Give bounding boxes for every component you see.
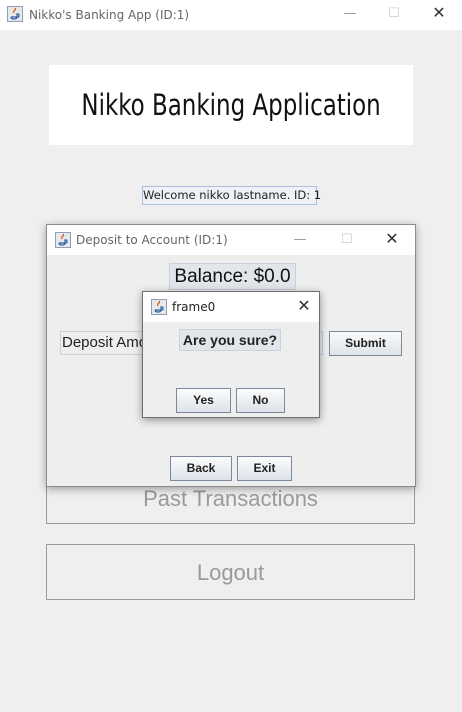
maximize-icon[interactable]: ☐: [384, 6, 404, 22]
java-icon: [55, 232, 71, 248]
logout-button[interactable]: Logout: [46, 544, 415, 600]
close-icon[interactable]: ✕: [294, 298, 314, 314]
back-button[interactable]: Back: [170, 456, 232, 481]
deposit-titlebar[interactable]: Deposit to Account (ID:1) — ☐ ✕: [47, 225, 415, 255]
main-window-title: Nikko's Banking App (ID:1): [29, 8, 190, 22]
app-heading: Nikko Banking Application: [81, 88, 381, 122]
balance-label: Balance: $0.0: [169, 263, 296, 290]
confirm-titlebar[interactable]: frame0 ✕: [143, 292, 319, 322]
minimize-icon[interactable]: —: [340, 6, 360, 22]
confirm-question: Are you sure?: [179, 329, 281, 351]
yes-button[interactable]: Yes: [176, 388, 231, 413]
submit-button[interactable]: Submit: [329, 331, 402, 356]
exit-button[interactable]: Exit: [237, 456, 292, 481]
header-banner: Nikko Banking Application: [49, 65, 413, 145]
java-icon: [151, 299, 167, 315]
no-button[interactable]: No: [236, 388, 285, 413]
maximize-icon[interactable]: ☐: [337, 232, 357, 248]
deposit-window-title: Deposit to Account (ID:1): [76, 233, 228, 247]
close-icon[interactable]: ✕: [382, 231, 402, 247]
close-icon[interactable]: ✕: [429, 5, 449, 21]
confirm-dialog: frame0 ✕ Are you sure? Yes No: [142, 291, 320, 418]
main-titlebar[interactable]: Nikko's Banking App (ID:1) — ☐ ✕: [0, 0, 462, 30]
welcome-label: Welcome nikko lastname. ID: 1: [142, 186, 321, 205]
java-icon: [7, 6, 23, 22]
confirm-dialog-title: frame0: [172, 300, 216, 314]
minimize-icon[interactable]: —: [290, 232, 310, 248]
